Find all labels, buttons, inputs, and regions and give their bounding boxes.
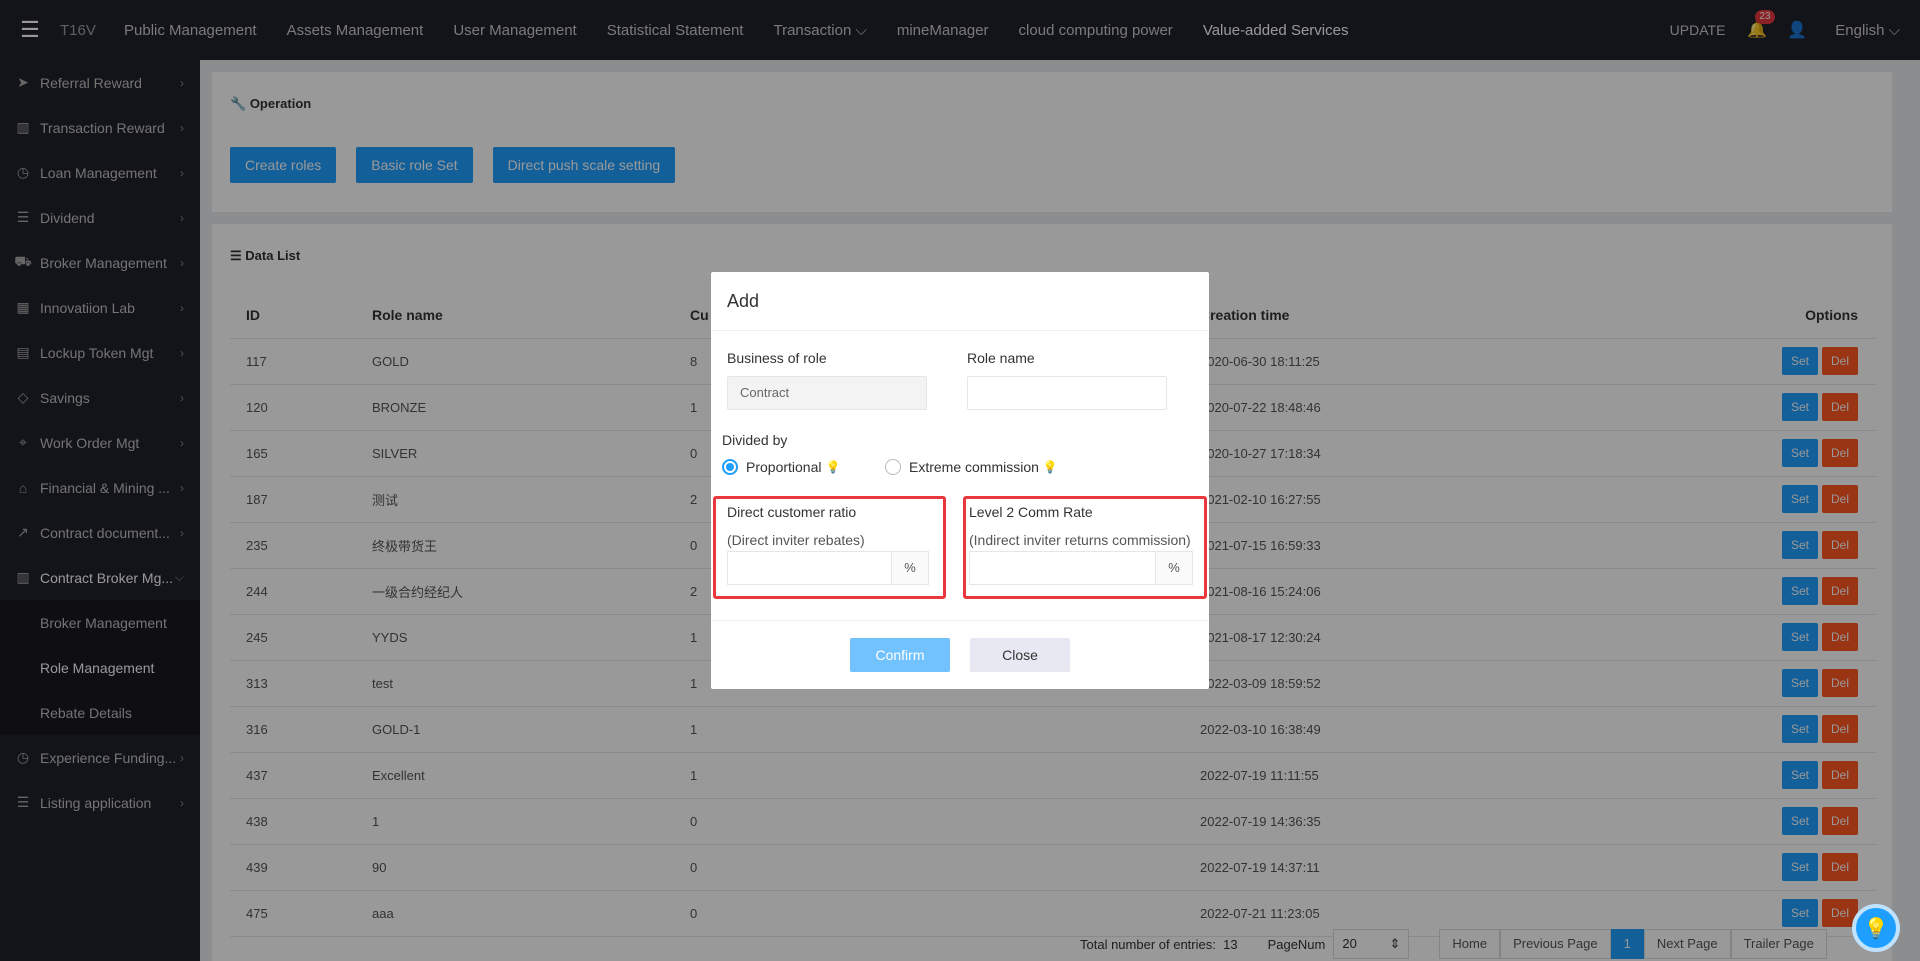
direct-ratio-sub: (Direct inviter rebates): [727, 532, 865, 548]
confirm-button[interactable]: Confirm: [850, 638, 950, 672]
direct-ratio-group: %: [727, 551, 929, 585]
divided-by-label: Divided by: [722, 432, 788, 448]
level2-rate-label: Level 2 Comm Rate: [969, 504, 1093, 520]
level2-rate-group: %: [969, 551, 1193, 585]
radio-proportional[interactable]: Proportional 💡: [722, 459, 840, 475]
lightbulb-icon[interactable]: 💡: [1852, 904, 1900, 952]
direct-ratio-input[interactable]: [727, 551, 891, 585]
level2-rate-input[interactable]: [969, 551, 1155, 585]
business-of-role-field: Contract: [727, 376, 927, 410]
lightbulb-icon[interactable]: 💡: [1043, 460, 1058, 474]
business-of-role-label: Business of role: [727, 350, 827, 366]
proportional-label: Proportional: [746, 459, 822, 475]
role-name-label: Role name: [967, 350, 1035, 366]
direct-ratio-label: Direct customer ratio: [727, 504, 857, 520]
add-role-modal: Add Business of role Contract Role name …: [711, 272, 1209, 689]
percent-suffix: %: [891, 551, 929, 585]
percent-suffix: %: [1155, 551, 1193, 585]
extreme-commission-label: Extreme commission: [909, 459, 1039, 475]
modal-divider: [711, 620, 1209, 621]
close-button[interactable]: Close: [970, 638, 1070, 672]
lightbulb-icon[interactable]: 💡: [826, 460, 841, 474]
modal-title: Add: [711, 272, 1209, 331]
radio-extreme-commission[interactable]: Extreme commission 💡: [885, 459, 1058, 475]
radio-dot-selected: [722, 459, 738, 475]
role-name-input[interactable]: [967, 376, 1167, 410]
level2-rate-sub: (Indirect inviter returns commission): [969, 532, 1191, 548]
radio-dot: [885, 459, 901, 475]
